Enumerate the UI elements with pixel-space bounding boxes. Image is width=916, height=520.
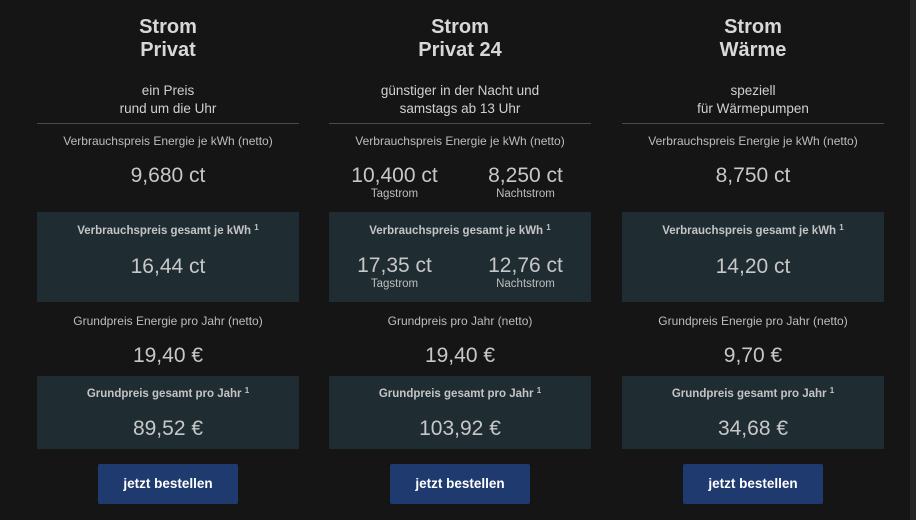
base-price-label: Grundpreis Energie pro Jahr (netto) bbox=[658, 314, 848, 328]
total-day-price: 17,35 ct Tagstrom bbox=[329, 254, 460, 291]
total-year-price-value: 89,52 € bbox=[132, 417, 204, 440]
energy-price-value: 9,680 ct bbox=[130, 164, 206, 187]
tariff-subtitle-line1: günstiger in der Nacht und bbox=[380, 83, 540, 98]
order-button[interactable]: jetzt bestellen bbox=[98, 464, 238, 504]
total-night-price: 12,76 ct Nachtstrom bbox=[460, 254, 591, 291]
tariff-title: Strom Wärme bbox=[622, 16, 884, 62]
energy-day-value: 10,400 ct bbox=[351, 164, 438, 187]
total-year-price-box: Grundpreis gesamt pro Jahr 1 103,92 € bbox=[329, 376, 591, 449]
page-edge-strip bbox=[910, 0, 916, 520]
tariff-subtitle-line1: ein Preis bbox=[141, 83, 195, 98]
total-kwh-price-value: 14,20 ct bbox=[715, 255, 791, 278]
tariff-comparison: Strom Privat ein Preis rund um die Uhr V… bbox=[0, 0, 916, 520]
divider bbox=[622, 123, 884, 124]
base-price-value: 9,70 € bbox=[723, 344, 783, 367]
total-year-price-label: Grundpreis gesamt pro Jahr 1 bbox=[671, 386, 835, 400]
total-night-value: 12,76 ct bbox=[488, 254, 563, 277]
tariff-subtitle: speziell für Wärmepumpen bbox=[622, 82, 884, 118]
total-year-price-label: Grundpreis gesamt pro Jahr 1 bbox=[378, 386, 542, 400]
order-button[interactable]: jetzt bestellen bbox=[390, 464, 530, 504]
tariff-subtitle-line2: samstags ab 13 Uhr bbox=[399, 101, 521, 116]
energy-price-label: Verbrauchspreis Energie je kWh (netto) bbox=[648, 134, 858, 148]
footnote-marker: 1 bbox=[839, 223, 844, 232]
footnote-marker: 1 bbox=[536, 386, 542, 395]
total-day-value: 17,35 ct bbox=[357, 254, 432, 277]
energy-price-value: 8,750 ct bbox=[715, 164, 791, 187]
energy-night-value: 8,250 ct bbox=[488, 164, 563, 187]
divider bbox=[37, 123, 299, 124]
tariff-card-strom-privat: Strom Privat ein Preis rund um die Uhr V… bbox=[37, 0, 299, 520]
energy-night-label: Nachtstrom bbox=[496, 188, 555, 200]
tariff-title-line2: Wärme bbox=[719, 39, 787, 61]
base-price-label: Grundpreis pro Jahr (netto) bbox=[387, 314, 533, 328]
footnote-marker: 1 bbox=[546, 223, 551, 232]
base-price-label: Grundpreis Energie pro Jahr (netto) bbox=[73, 314, 263, 328]
tariff-title-line2: Privat bbox=[140, 39, 196, 61]
total-year-price-value: 34,68 € bbox=[717, 417, 789, 440]
energy-day-price: 10,400 ct Tagstrom bbox=[329, 164, 460, 201]
tariff-card-strom-privat-24: Strom Privat 24 günstiger in der Nacht u… bbox=[329, 0, 591, 520]
energy-price-label: Verbrauchspreis Energie je kWh (netto) bbox=[63, 134, 273, 148]
total-kwh-price-box: Verbrauchspreis gesamt je kWh 1 16,44 ct bbox=[37, 212, 299, 302]
total-year-price-box: Grundpreis gesamt pro Jahr 1 34,68 € bbox=[622, 376, 884, 449]
tariff-subtitle-line1: speziell bbox=[730, 83, 776, 98]
total-day-label: Tagstrom bbox=[370, 278, 419, 290]
base-price-value: 19,40 € bbox=[132, 344, 204, 367]
energy-night-price: 8,250 ct Nachtstrom bbox=[460, 164, 591, 201]
tariff-title: Strom Privat 24 bbox=[329, 16, 591, 62]
footnote-marker: 1 bbox=[244, 386, 250, 395]
total-kwh-price-value: 16,44 ct bbox=[130, 255, 206, 278]
tariff-title-line1: Strom bbox=[431, 16, 489, 38]
tariff-card-strom-waerme: Strom Wärme speziell für Wärmepumpen Ver… bbox=[622, 0, 884, 520]
tariff-title: Strom Privat bbox=[37, 16, 299, 62]
tariff-subtitle: günstiger in der Nacht und samstags ab 1… bbox=[329, 82, 591, 118]
tariff-title-line1: Strom bbox=[724, 16, 782, 38]
tariff-title-line1: Strom bbox=[139, 16, 197, 38]
energy-day-label: Tagstrom bbox=[370, 188, 419, 200]
tariff-subtitle: ein Preis rund um die Uhr bbox=[37, 82, 299, 118]
total-year-price-value: 103,92 € bbox=[419, 417, 501, 440]
total-night-label: Nachtstrom bbox=[496, 278, 555, 290]
total-kwh-price-label: Verbrauchspreis gesamt je kWh 1 bbox=[369, 223, 551, 237]
total-kwh-price-label: Verbrauchspreis gesamt je kWh 1 bbox=[662, 223, 844, 237]
total-kwh-price-box: Verbrauchspreis gesamt je kWh 1 14,20 ct bbox=[622, 212, 884, 302]
divider bbox=[329, 123, 591, 124]
total-year-price-box: Grundpreis gesamt pro Jahr 1 89,52 € bbox=[37, 376, 299, 449]
tariff-subtitle-line2: für Wärmepumpen bbox=[697, 101, 809, 116]
energy-price-label: Verbrauchspreis Energie je kWh (netto) bbox=[355, 134, 565, 148]
total-year-price-label: Grundpreis gesamt pro Jahr 1 bbox=[86, 386, 250, 400]
order-button[interactable]: jetzt bestellen bbox=[683, 464, 823, 504]
footnote-marker: 1 bbox=[254, 223, 259, 232]
footnote-marker: 1 bbox=[829, 386, 835, 395]
tariff-title-line2: Privat 24 bbox=[418, 39, 502, 61]
base-price-value: 19,40 € bbox=[424, 344, 496, 367]
total-kwh-price-label: Verbrauchspreis gesamt je kWh 1 bbox=[77, 223, 259, 237]
tariff-subtitle-line2: rund um die Uhr bbox=[119, 101, 217, 116]
